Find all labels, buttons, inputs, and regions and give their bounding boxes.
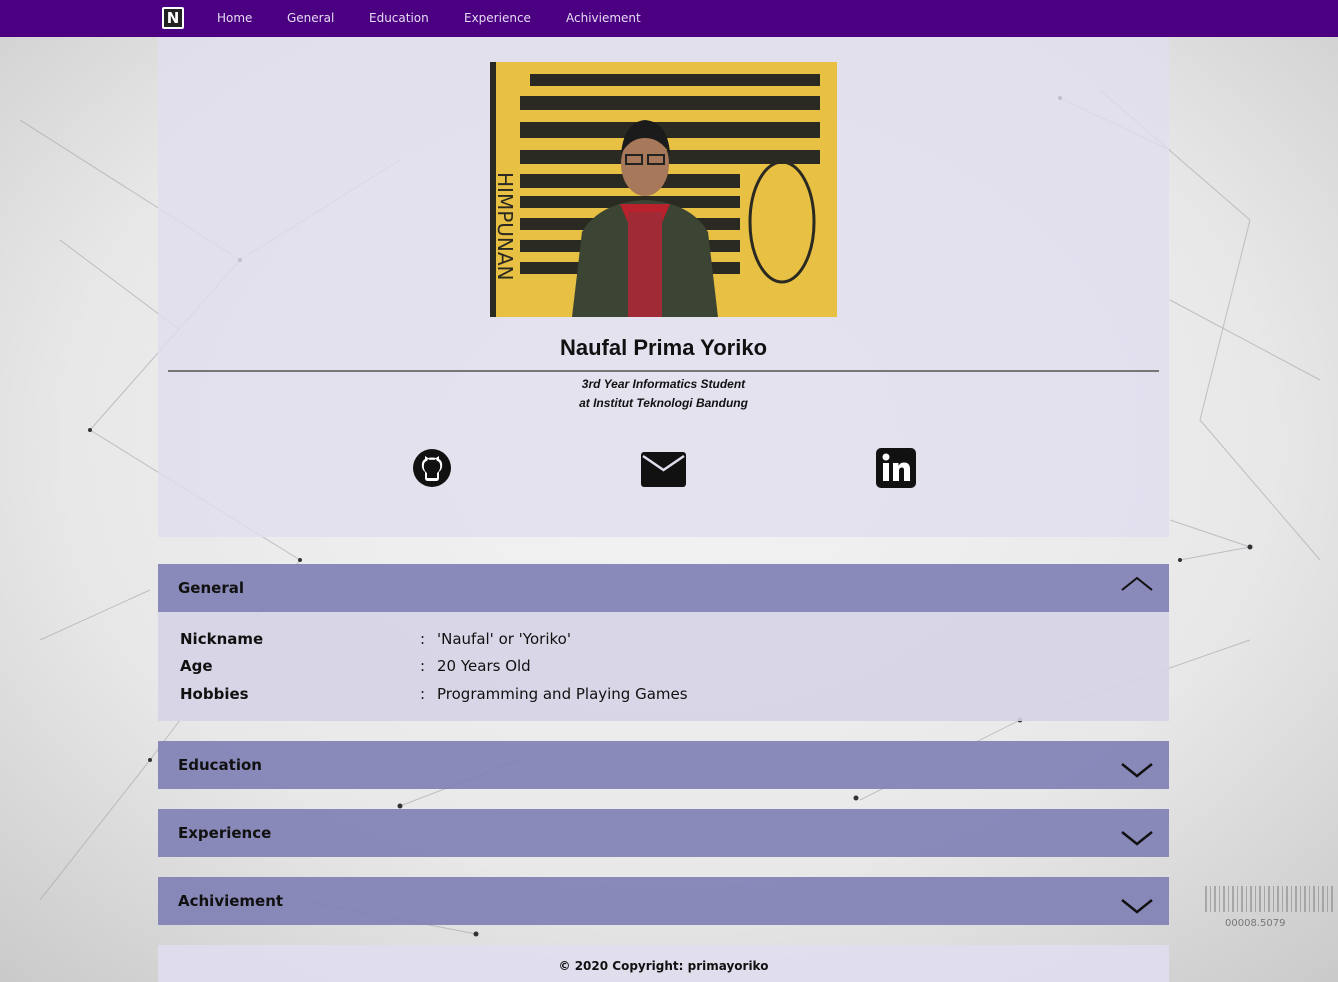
profile-subtitle-line2: at Institut Teknologi Bandung	[579, 396, 748, 410]
chevron-down-icon[interactable]	[1119, 757, 1155, 781]
background-readout: 00008.5079	[1225, 918, 1285, 929]
chevron-down-icon[interactable]	[1119, 893, 1155, 917]
section-education-title: Education	[178, 756, 262, 774]
row-label: Age	[180, 657, 213, 675]
row-value: Programming and Playing Games	[437, 685, 688, 703]
nav-achievement[interactable]: Achiviement	[566, 0, 641, 37]
github-link[interactable]	[412, 448, 452, 492]
nav-education[interactable]: Education	[369, 0, 429, 37]
section-general-title: General	[178, 579, 244, 597]
footer: © 2020 Copyright: primayoriko	[158, 945, 1169, 982]
profile-card: HIMPUNAN Naufal Prima Yoriko 3rd Year In…	[158, 37, 1169, 537]
nav-home[interactable]: Home	[217, 0, 252, 37]
row-separator: :	[420, 630, 426, 648]
chevron-down-icon[interactable]	[1119, 825, 1155, 849]
section-experience-header[interactable]: Experience	[158, 809, 1169, 857]
navbar: N Home General Education Experience Achi…	[0, 0, 1338, 37]
logo-n-icon: N	[164, 9, 182, 27]
site-logo[interactable]: N	[162, 7, 184, 29]
row-label: Nickname	[180, 630, 264, 648]
row-separator: :	[420, 657, 426, 675]
section-experience-title: Experience	[178, 824, 272, 842]
email-link[interactable]	[641, 452, 686, 491]
svg-text:HIMPUNAN: HIMPUNAN	[493, 172, 517, 281]
chevron-up-icon[interactable]	[1119, 574, 1155, 598]
linkedin-link[interactable]	[876, 448, 916, 492]
section-general-header[interactable]: General	[158, 564, 1169, 612]
nav-general[interactable]: General	[287, 0, 334, 37]
profile-subtitle-line1: 3rd Year Informatics Student	[581, 377, 746, 391]
profile-name: Naufal Prima Yoriko	[559, 335, 768, 360]
divider	[168, 370, 1159, 372]
profile-photo: HIMPUNAN	[490, 62, 837, 317]
github-icon	[413, 449, 451, 487]
section-education-header[interactable]: Education	[158, 741, 1169, 789]
footer-copyright: © 2020 Copyright: primayoriko	[558, 959, 769, 973]
row-separator: :	[420, 685, 426, 703]
nav-experience[interactable]: Experience	[464, 0, 531, 37]
row-value: 'Naufal' or 'Yoriko'	[437, 630, 571, 648]
row-label: Hobbies	[180, 685, 249, 703]
row-value: 20 Years Old	[437, 657, 531, 675]
section-general-body: Nickname : 'Naufal' or 'Yoriko' Age : 20…	[158, 612, 1169, 721]
linkedin-icon	[876, 448, 916, 488]
section-achievement-title: Achiviement	[178, 892, 284, 910]
section-achievement-header[interactable]: Achiviement	[158, 877, 1169, 925]
envelope-icon	[641, 452, 686, 487]
